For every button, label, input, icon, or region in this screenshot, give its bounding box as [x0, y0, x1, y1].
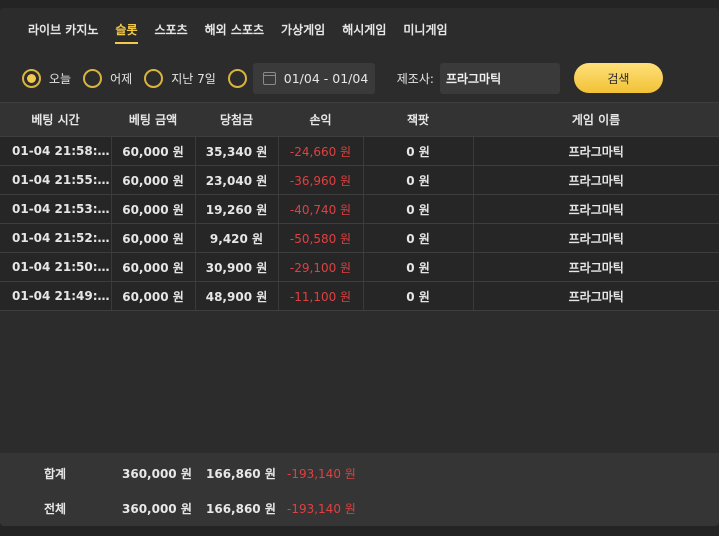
date-range-text: 01/04 - 01/04: [283, 70, 369, 86]
period-last7days-option[interactable]: 지난 7일: [144, 68, 216, 88]
cell-game-name: 프라그마틱: [473, 194, 719, 224]
cell-profit: -50,580 원: [278, 223, 364, 253]
column-header-bet-time: 베팅 시간: [0, 102, 111, 137]
cell-winnings: 9,420 원: [195, 223, 279, 253]
column-header-profit: 손익: [278, 102, 363, 137]
cell-game-name: 프라그마틱: [473, 252, 719, 282]
table-header-row: 베팅 시간 베팅 금액 당첨금 손익 잭팟 게임 이름: [0, 102, 719, 137]
period-custom-option[interactable]: [227, 68, 247, 88]
tab-virtual-game[interactable]: 가상게임: [281, 8, 325, 52]
category-tabs: 라이브 카지노 슬롯 스포츠 해외 스포츠 가상게임 해시게임 미니게임: [0, 8, 719, 52]
cell-game-name: 프라그마틱: [473, 136, 719, 166]
tab-slot[interactable]: 슬롯: [115, 8, 138, 52]
cell-bet-amount: 60,000 원: [111, 223, 196, 253]
table-row: 01-04 21:58:… 60,000 원 35,340 원 -24,660 …: [0, 136, 719, 166]
period-yesterday-option[interactable]: 어제: [83, 68, 133, 88]
subtotal-profit: -193,140 원: [287, 467, 356, 481]
total-row: 전체 360,000 원 166,860 원 -193,140 원: [0, 500, 719, 524]
cell-bet-amount: 60,000 원: [111, 281, 196, 311]
column-header-jackpot: 잭팟: [363, 102, 473, 137]
search-button[interactable]: 검색: [573, 63, 663, 93]
subtotal-bet-amount: 360,000 원: [122, 467, 192, 481]
cell-bet-time: 01-04 21:58:…: [0, 136, 112, 166]
cell-profit: -11,100 원: [278, 281, 364, 311]
subtotal-winnings: 166,860 원: [206, 467, 276, 481]
period-yesterday-label: 어제: [110, 71, 133, 86]
table-row: 01-04 21:49:… 60,000 원 48,900 원 -11,100 …: [0, 281, 719, 311]
cell-jackpot: 0 원: [363, 136, 474, 166]
cell-winnings: 35,340 원: [195, 136, 279, 166]
total-profit: -193,140 원: [287, 502, 356, 516]
cell-jackpot: 0 원: [363, 281, 474, 311]
table-row: 01-04 21:53:… 60,000 원 19,260 원 -40,740 …: [0, 194, 719, 224]
maker-label: 제조사:: [396, 71, 434, 86]
maker-input[interactable]: [439, 62, 560, 94]
tab-live-casino[interactable]: 라이브 카지노: [28, 8, 98, 52]
column-header-game-name: 게임 이름: [473, 102, 719, 137]
cell-bet-time: 01-04 21:53:…: [0, 194, 112, 224]
total-winnings: 166,860 원: [206, 502, 276, 516]
cell-jackpot: 0 원: [363, 165, 474, 195]
tab-mini-game[interactable]: 미니게임: [403, 8, 447, 52]
cell-bet-amount: 60,000 원: [111, 194, 196, 224]
date-range-picker[interactable]: 01/04 - 01/04: [252, 62, 375, 94]
radio-unchecked-icon[interactable]: [83, 68, 103, 88]
table-row: 01-04 21:50:… 60,000 원 30,900 원 -29,100 …: [0, 252, 719, 282]
tab-sports[interactable]: 스포츠: [155, 8, 188, 52]
cell-bet-time: 01-04 21:50:…: [0, 252, 112, 282]
cell-profit: -29,100 원: [278, 252, 364, 282]
bet-history-panel: 라이브 카지노 슬롯 스포츠 해외 스포츠 가상게임 해시게임 미니게임 오늘 …: [0, 8, 719, 526]
radio-checked-icon[interactable]: [22, 68, 41, 88]
cell-bet-amount: 60,000 원: [111, 252, 196, 282]
cell-jackpot: 0 원: [363, 252, 474, 282]
cell-bet-time: 01-04 21:52:…: [0, 223, 112, 253]
radio-unchecked-icon[interactable]: [144, 68, 164, 88]
summary-section: 합계 360,000 원 166,860 원 -193,140 원 전체 360…: [0, 453, 719, 526]
cell-profit: -40,740 원: [278, 194, 364, 224]
cell-game-name: 프라그마틱: [473, 165, 719, 195]
cell-game-name: 프라그마틱: [473, 281, 719, 311]
cell-profit: -24,660 원: [278, 136, 364, 166]
calendar-icon: [262, 71, 276, 85]
cell-bet-time: 01-04 21:55:…: [0, 165, 112, 195]
cell-bet-amount: 60,000 원: [111, 165, 196, 195]
cell-profit: -36,960 원: [278, 165, 364, 195]
cell-bet-amount: 60,000 원: [111, 136, 196, 166]
cell-winnings: 30,900 원: [195, 252, 279, 282]
period-today-option[interactable]: 오늘: [22, 68, 72, 88]
table-row: 01-04 21:55:… 60,000 원 23,040 원 -36,960 …: [0, 165, 719, 195]
period-today-label: 오늘: [49, 71, 72, 86]
table-row: 01-04 21:52:… 60,000 원 9,420 원 -50,580 원…: [0, 223, 719, 253]
subtotal-row: 합계 360,000 원 166,860 원 -193,140 원: [0, 465, 719, 489]
cell-winnings: 23,040 원: [195, 165, 279, 195]
filter-bar: 오늘 어제 지난 7일 01/04 - 01/04 제조사: 검색: [0, 56, 719, 100]
cell-winnings: 19,260 원: [195, 194, 279, 224]
period-last7days-label: 지난 7일: [171, 71, 216, 86]
column-header-winnings: 당첨금: [195, 102, 278, 137]
cell-winnings: 48,900 원: [195, 281, 279, 311]
tab-hash-game[interactable]: 해시게임: [342, 8, 386, 52]
subtotal-label: 합계: [44, 467, 67, 481]
cell-jackpot: 0 원: [363, 223, 474, 253]
bet-history-table: 베팅 시간 베팅 금액 당첨금 손익 잭팟 게임 이름 01-04 21:58:…: [0, 102, 719, 311]
cell-game-name: 프라그마틱: [473, 223, 719, 253]
cell-bet-time: 01-04 21:49:…: [0, 281, 112, 311]
total-label: 전체: [44, 502, 67, 516]
tab-overseas-sports[interactable]: 해외 스포츠: [205, 8, 264, 52]
radio-unchecked-icon[interactable]: [227, 68, 247, 88]
column-header-bet-amount: 베팅 금액: [111, 102, 195, 137]
total-bet-amount: 360,000 원: [122, 502, 192, 516]
cell-jackpot: 0 원: [363, 194, 474, 224]
